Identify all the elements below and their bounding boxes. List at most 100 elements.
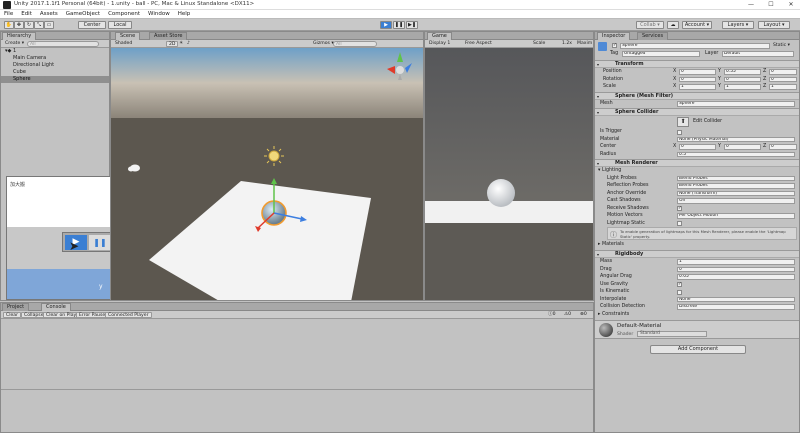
- console-clear-button[interactable]: Clear: [3, 312, 22, 318]
- rect-tool-icon[interactable]: ▭: [44, 21, 54, 29]
- edit-collider-icon[interactable]: ⬆: [677, 117, 689, 127]
- add-component-button[interactable]: Add Component: [650, 345, 746, 354]
- console-error-pause-button[interactable]: Error Pause: [76, 312, 109, 318]
- menu-assets[interactable]: Assets: [36, 10, 62, 19]
- console-clear-on-play-button[interactable]: Clear on Play: [43, 312, 80, 318]
- tab-inspector[interactable]: Inspector: [597, 32, 631, 40]
- scene-root-item[interactable]: ▾◆ 1: [1, 48, 109, 55]
- account-dropdown[interactable]: Account ▾: [682, 21, 712, 29]
- rotate-tool-icon[interactable]: ↻: [24, 21, 34, 29]
- step-button[interactable]: ▶❚: [406, 21, 418, 29]
- center-z-field[interactable]: 0: [769, 144, 797, 150]
- hierarchy-search-input[interactable]: All: [27, 41, 99, 47]
- center-y-field[interactable]: 0: [724, 144, 761, 150]
- angular-drag-field[interactable]: 0.05: [677, 274, 795, 280]
- menu-component[interactable]: Component: [104, 10, 144, 19]
- pivot-center-toggle[interactable]: Center: [78, 21, 106, 29]
- display-dropdown[interactable]: Display 1: [427, 41, 452, 47]
- directional-light-icon[interactable]: [264, 146, 284, 166]
- collision-detection-dropdown[interactable]: Discrete: [677, 304, 795, 310]
- rotation-z-field[interactable]: 0: [769, 76, 797, 82]
- is-trigger-checkbox[interactable]: [677, 129, 682, 135]
- shading-mode-dropdown[interactable]: Shaded: [113, 41, 134, 47]
- audio-toggle-icon[interactable]: ♪: [185, 41, 192, 47]
- reflection-probes-dropdown[interactable]: Blend Probes: [677, 183, 795, 189]
- scene-viewport[interactable]: [111, 48, 423, 300]
- tab-asset-store[interactable]: Asset Store: [149, 32, 188, 40]
- interpolate-dropdown[interactable]: None: [677, 296, 795, 302]
- mass-field[interactable]: 1: [677, 259, 795, 265]
- maximize-button[interactable]: ☐: [764, 0, 778, 10]
- is-kinematic-checkbox[interactable]: [677, 289, 682, 295]
- position-x-field[interactable]: 0: [679, 69, 716, 75]
- menu-gameobject[interactable]: GameObject: [62, 10, 104, 19]
- hierarchy-item[interactable]: Main Camera: [1, 55, 109, 62]
- connected-player-dropdown[interactable]: Connected Player: [105, 312, 152, 318]
- aspect-dropdown[interactable]: Free Aspect: [463, 41, 494, 47]
- collab-button[interactable]: Collab ▾: [636, 21, 664, 29]
- static-dropdown[interactable]: Static ▾: [773, 43, 790, 48]
- scene-search-input[interactable]: All: [333, 41, 377, 47]
- pivot-local-toggle[interactable]: Local: [108, 21, 132, 29]
- rotation-x-field[interactable]: 0: [679, 76, 716, 82]
- drag-field[interactable]: 0: [677, 266, 795, 272]
- cast-shadows-dropdown[interactable]: On: [677, 198, 795, 204]
- tab-console[interactable]: Console: [41, 303, 71, 311]
- anchor-override-field[interactable]: None (Transform): [677, 190, 795, 196]
- pause-icon[interactable]: ❚❚: [89, 235, 111, 250]
- tab-game[interactable]: Game: [427, 32, 452, 40]
- menu-help[interactable]: Help: [174, 10, 195, 19]
- mesh-renderer-header[interactable]: ▾ Mesh Renderer: [595, 159, 799, 167]
- hand-tool-icon[interactable]: ✋: [4, 21, 14, 29]
- move-tool-icon[interactable]: ✥: [14, 21, 24, 29]
- object-name-field[interactable]: Sphere: [620, 43, 770, 49]
- tab-project[interactable]: Project: [2, 303, 30, 311]
- materials-foldout[interactable]: ▸ Materials: [595, 241, 799, 249]
- scale-z-field[interactable]: 1: [769, 84, 797, 90]
- transform-header[interactable]: ▾ Transform: [595, 60, 799, 68]
- hierarchy-item[interactable]: Directional Light: [1, 62, 109, 69]
- gizmos-dropdown[interactable]: Gizmos ▾: [311, 41, 336, 47]
- light-probes-dropdown[interactable]: Blend Probes: [677, 175, 795, 181]
- rotation-y-field[interactable]: 0: [724, 76, 761, 82]
- radius-field[interactable]: 0.5: [677, 151, 795, 157]
- menu-window[interactable]: Window: [144, 10, 174, 19]
- pause-button[interactable]: ❚❚: [393, 21, 405, 29]
- close-button[interactable]: ✕: [784, 0, 798, 10]
- use-gravity-checkbox[interactable]: ✓: [677, 282, 682, 287]
- tab-hierarchy[interactable]: Hierarchy: [2, 32, 37, 40]
- scale-y-field[interactable]: 1: [724, 84, 761, 90]
- create-dropdown[interactable]: Create ▾: [3, 41, 26, 47]
- tab-services[interactable]: Services: [637, 32, 669, 40]
- shader-dropdown[interactable]: Standard: [637, 331, 707, 337]
- position-z-field[interactable]: 0: [769, 69, 797, 75]
- menu-file[interactable]: File: [0, 10, 17, 19]
- sphere-collider-header[interactable]: ▾ Sphere Collider: [595, 108, 799, 116]
- rigidbody-header[interactable]: ▾ Rigidbody: [595, 250, 799, 258]
- layout-dropdown[interactable]: Layout ▾: [758, 21, 790, 29]
- position-y-field[interactable]: 0.55: [724, 69, 761, 75]
- play-button[interactable]: ▶: [380, 21, 392, 29]
- motion-vectors-dropdown[interactable]: Per Object Motion: [677, 213, 795, 219]
- scale-x-field[interactable]: 1: [679, 84, 716, 90]
- layer-dropdown[interactable]: Default: [722, 51, 794, 57]
- menu-edit[interactable]: Edit: [17, 10, 36, 19]
- physic-material-field[interactable]: None (Physic Material): [677, 136, 795, 142]
- hierarchy-item-selected[interactable]: Sphere: [1, 76, 109, 83]
- receive-shadows-checkbox[interactable]: ✓: [677, 206, 682, 211]
- layers-dropdown[interactable]: Layers ▾: [722, 21, 754, 29]
- lightmap-static-checkbox[interactable]: [677, 221, 682, 226]
- lighting-foldout[interactable]: ▾ Lighting: [595, 167, 799, 175]
- active-checkbox[interactable]: ✓: [612, 43, 617, 48]
- lighting-toggle-icon[interactable]: ☀: [177, 41, 185, 47]
- center-x-field[interactable]: 0: [679, 144, 716, 150]
- minimize-button[interactable]: —: [744, 0, 758, 10]
- tab-scene[interactable]: Scene: [115, 32, 141, 40]
- mesh-field[interactable]: Sphere: [677, 101, 795, 107]
- scale-tool-icon[interactable]: ⤡: [34, 21, 44, 29]
- cloud-icon[interactable]: ☁: [667, 21, 679, 29]
- maximize-on-play-toggle[interactable]: Maxim: [575, 41, 594, 47]
- constraints-foldout[interactable]: ▸ Constraints: [595, 311, 799, 319]
- hierarchy-item[interactable]: Cube: [1, 69, 109, 76]
- tag-dropdown[interactable]: Untagged: [622, 51, 700, 57]
